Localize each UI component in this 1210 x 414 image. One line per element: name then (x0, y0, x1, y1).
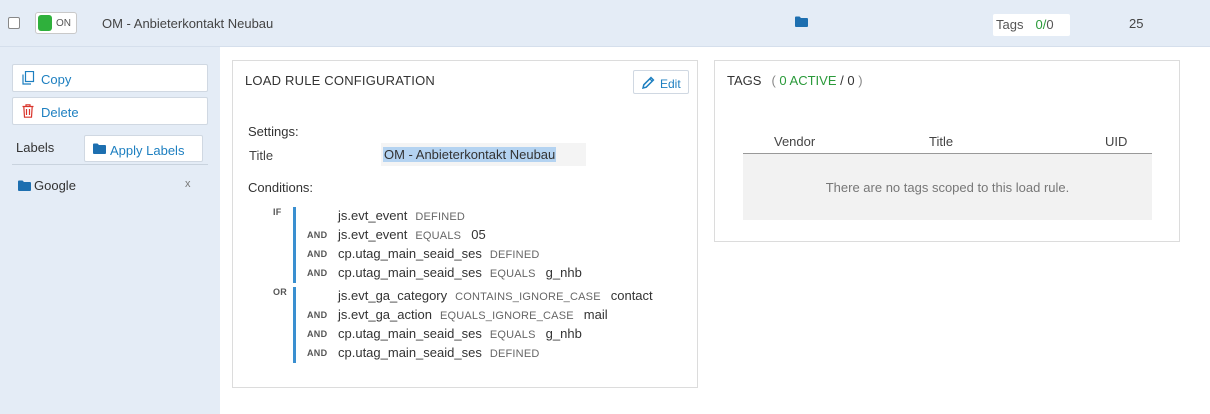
toggle-label: ON (56, 18, 71, 29)
sidebar: Copy Delete Labels Apply Labels Google x (0, 47, 220, 414)
tags-panel: TAGS ( 0 ACTIVE / 0 ) Vendor Title UID Th… (714, 60, 1180, 242)
apply-labels-label: Apply Labels (110, 143, 185, 158)
tags-summary-label: Tags (996, 17, 1024, 32)
condition-variable: js.evt_event (338, 227, 408, 242)
condition-variable: cp.utag_main_seaid_ses (338, 345, 482, 360)
condition-line: cp.utag_main_seaid_ses DEFINED (338, 246, 540, 261)
condition-join: AND (307, 329, 328, 339)
condition-value: contact (610, 288, 653, 303)
edit-button[interactable]: Edit (633, 70, 689, 94)
condition-variable: js.evt_ga_action (338, 307, 432, 322)
condition-operator: EQUALS_IGNORE_CASE (439, 310, 574, 322)
condition-variable: cp.utag_main_seaid_ses (338, 265, 482, 280)
status-toggle[interactable]: ON (35, 12, 77, 34)
condition-line: js.evt_event DEFINED (338, 208, 465, 223)
folder-icon (795, 16, 808, 27)
condition-operator: DEFINED (489, 249, 540, 261)
apply-labels-button[interactable]: Apply Labels (84, 135, 203, 162)
condition-variable: js.evt_event (338, 208, 408, 223)
condition-line: js.evt_ga_category CONTAINS_IGNORE_CASE co… (338, 288, 653, 303)
pencil-icon (642, 76, 655, 89)
conditions-heading: Conditions: (248, 180, 314, 195)
label-item-name: Google (34, 178, 76, 193)
tags-total-count: 0 (1046, 17, 1054, 32)
column-header-vendor[interactable]: Vendor (774, 134, 815, 149)
paren-close: ) (858, 73, 863, 88)
condition-line: js.evt_event EQUALS 05 (338, 227, 486, 242)
condition-operator: DEFINED (415, 211, 466, 223)
condition-variable: cp.utag_main_seaid_ses (338, 246, 482, 261)
row-checkbox[interactable] (8, 17, 20, 29)
labels-heading: Labels (16, 140, 55, 155)
rule-name[interactable]: OM - Anbieterkontakt Neubau (102, 16, 273, 31)
tags-panel-title: TAGS ( 0 ACTIVE / 0 ) (727, 73, 863, 88)
tags-empty-message: There are no tags scoped to this load ru… (743, 154, 1152, 220)
settings-heading: Settings: (248, 124, 299, 139)
condition-join: AND (307, 310, 328, 320)
condition-value: g_nhb (545, 326, 582, 341)
label-remove-button[interactable]: x (185, 178, 191, 190)
labels-divider (12, 164, 208, 165)
condition-operator: EQUALS (489, 268, 536, 280)
title-field[interactable]: OM - Anbieterkontakt Neubau (381, 143, 586, 166)
tags-summary: Tags 0/0 (993, 14, 1070, 36)
tags-table-header: Vendor Title UID (743, 132, 1152, 154)
condition-group-bar (293, 207, 296, 283)
condition-value: g_nhb (545, 265, 582, 280)
rule-count: 25 (1129, 16, 1144, 31)
condition-line: js.evt_ga_action EQUALS_IGNORE_CASE mail (338, 307, 608, 322)
title-field-label: Title (249, 148, 274, 163)
delete-label: Delete (41, 105, 79, 120)
condition-variable: js.evt_ga_category (338, 288, 448, 303)
tags-slash: / (840, 73, 844, 88)
copy-button[interactable]: Copy (12, 64, 208, 92)
condition-operator: CONTAINS_IGNORE_CASE (455, 291, 601, 303)
copy-label: Copy (41, 72, 72, 87)
condition-join: AND (307, 268, 328, 278)
condition-line: cp.utag_main_seaid_ses DEFINED (338, 345, 540, 360)
condition-line: cp.utag_main_seaid_ses EQUALS g_nhb (338, 326, 582, 341)
condition-join: AND (307, 249, 328, 259)
condition-join: AND (307, 230, 328, 240)
tags-active-text: 0 ACTIVE (779, 73, 837, 88)
condition-value: 05 (471, 227, 486, 242)
toggle-knob (38, 15, 52, 31)
group-operator: OR (273, 287, 288, 297)
delete-button[interactable]: Delete (12, 97, 208, 125)
condition-operator: DEFINED (489, 348, 540, 360)
column-header-title[interactable]: Title (929, 134, 953, 149)
column-header-uid[interactable]: UID (1105, 134, 1127, 149)
condition-line: cp.utag_main_seaid_ses EQUALS g_nhb (338, 265, 582, 280)
condition-operator: EQUALS (415, 230, 462, 242)
folder-icon (18, 180, 31, 191)
tags-active-count: 0 (1035, 17, 1043, 32)
load-rule-configuration-panel: LOAD RULE CONFIGURATION Edit Settings: T… (232, 60, 698, 388)
title-field-value: OM - Anbieterkontakt Neubau (383, 147, 557, 162)
tags-title: TAGS (727, 73, 762, 88)
condition-value: mail (583, 307, 608, 322)
condition-variable: cp.utag_main_seaid_ses (338, 326, 482, 341)
load-rule-row[interactable]: ON OM - Anbieterkontakt Neubau Tags 0/0 2… (0, 0, 1210, 47)
tags-total: 0 (847, 73, 855, 88)
folder-icon (93, 143, 106, 154)
condition-operator: EQUALS (489, 329, 536, 341)
trash-icon (22, 104, 34, 118)
paren-open: ( (771, 73, 776, 88)
condition-join: AND (307, 348, 328, 358)
group-operator: IF (273, 207, 282, 217)
edit-label: Edit (660, 77, 681, 91)
condition-group-bar (293, 287, 296, 363)
copy-icon (22, 71, 35, 85)
panel-title: LOAD RULE CONFIGURATION (245, 73, 435, 88)
